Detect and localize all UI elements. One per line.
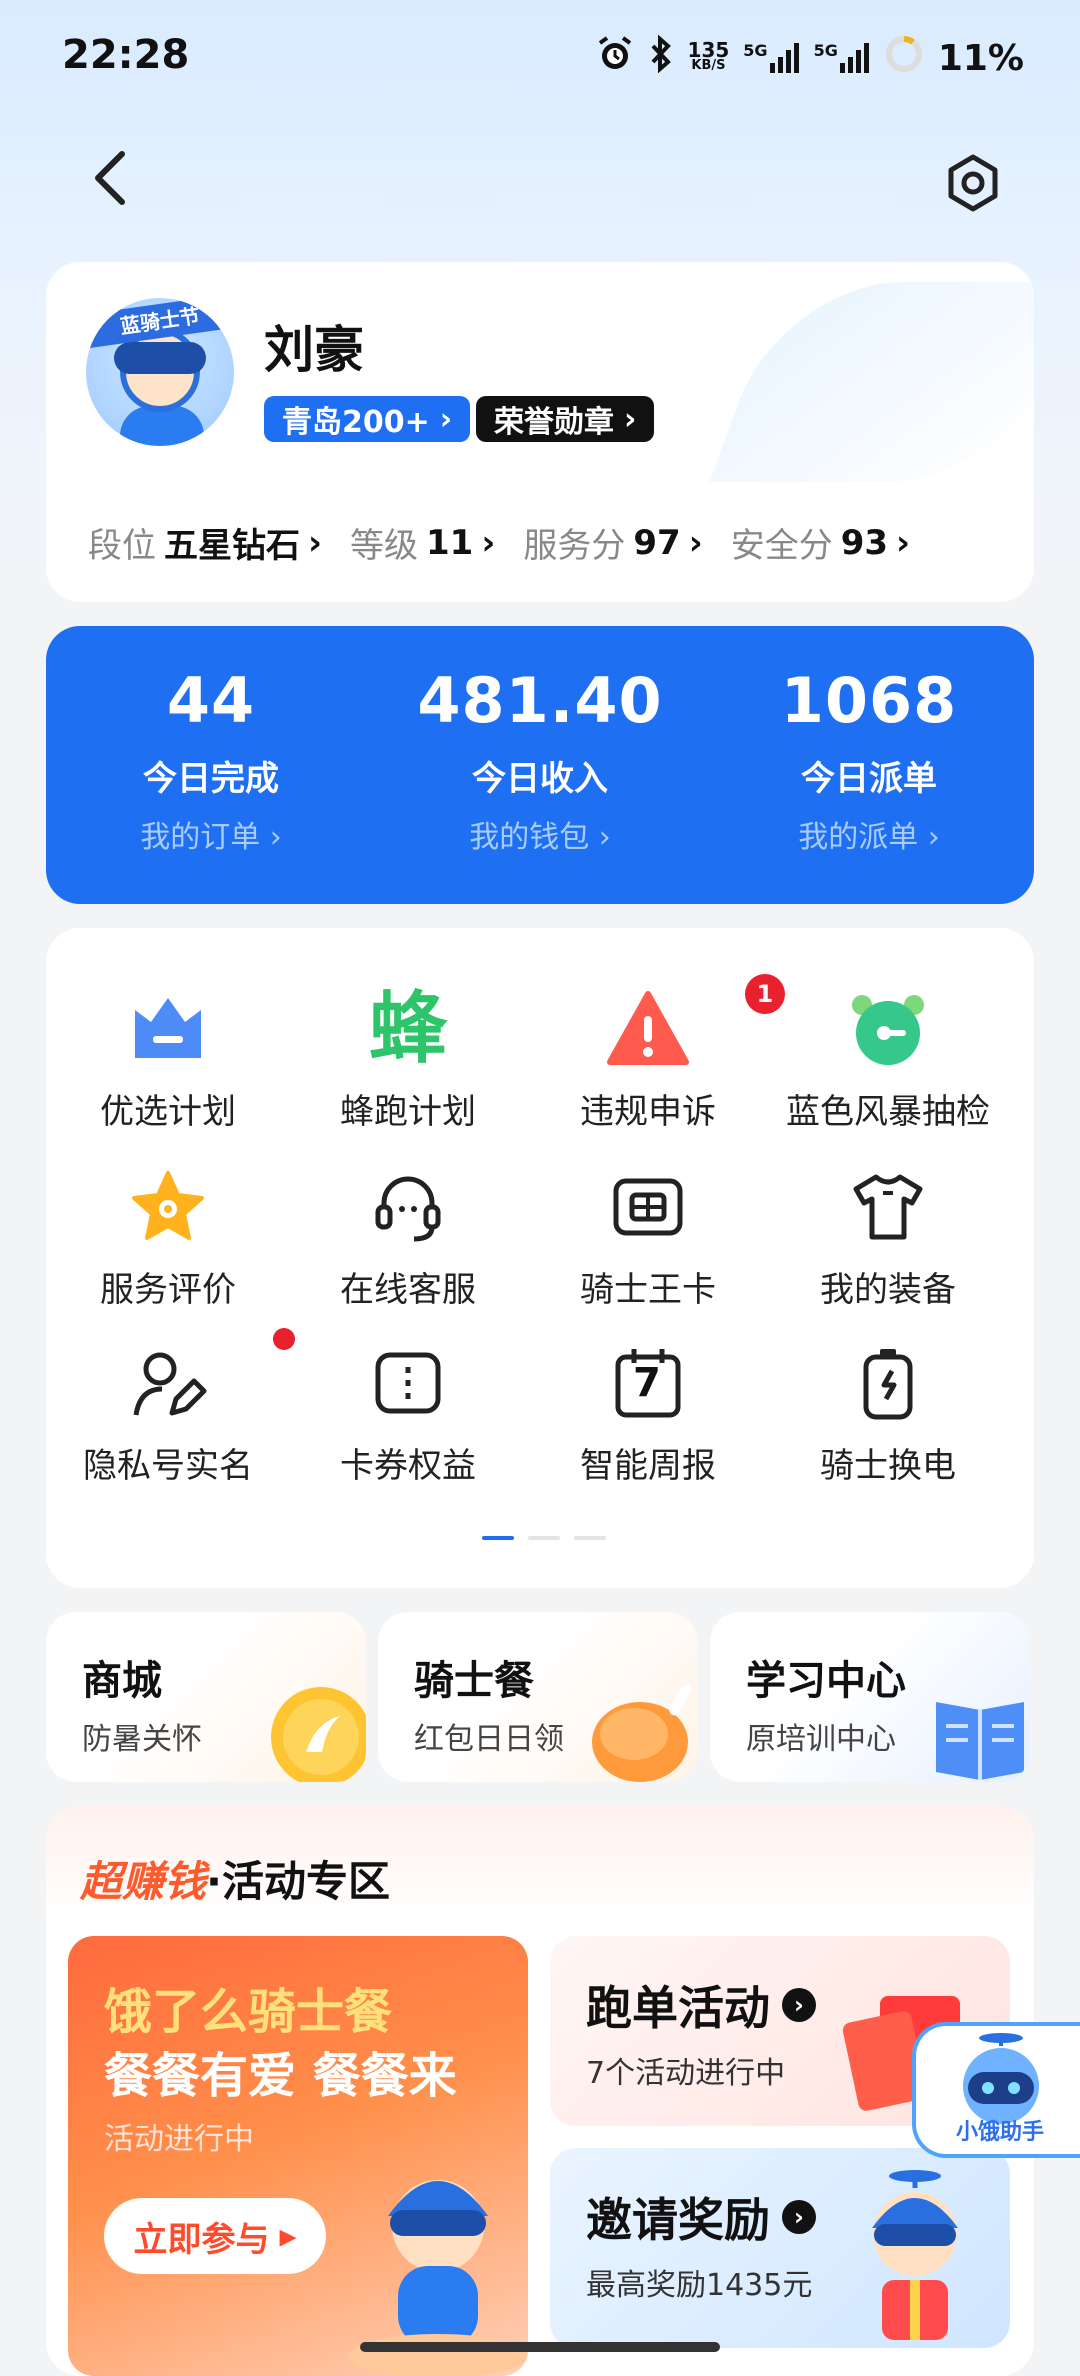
invite-reward-card[interactable]: 邀请奖励 › 最高奖励1435元 — [550, 2148, 1010, 2348]
status-time: 22:28 — [62, 32, 190, 78]
summary-completed[interactable]: 44 今日完成 我的订单 › — [46, 626, 376, 856]
net-speed: 135 KB/S — [687, 38, 730, 73]
stat-level[interactable]: 等级 11 › — [350, 518, 495, 567]
crown-icon — [123, 984, 213, 1074]
activity-title: 超赚钱 ·活动专区 — [80, 1857, 390, 1906]
chevron-right-icon: › — [481, 522, 496, 563]
rider-mascot-illustration — [348, 2180, 528, 2376]
star-icon — [123, 1162, 213, 1252]
arrow-right-circle-icon: › — [782, 1988, 816, 2022]
tshirt-icon — [843, 1162, 933, 1252]
arrow-right-circle-icon: › — [782, 2200, 816, 2234]
settings-button[interactable] — [938, 148, 1008, 218]
profile-card[interactable]: 蓝骑士节 刘豪 青岛200+ › 荣誉勋章 › 段位 五星钻石 › 等级 11 › 服务分 9… — [46, 262, 1034, 602]
meal-activity-banner[interactable]: 饿了么骑士餐 餐餐有爱 餐餐来 活动进行中 立即参与 ▸ — [68, 1936, 528, 2376]
knight-meal-card[interactable]: 骑士餐 红包日日领 — [378, 1612, 698, 1782]
grid-item-my-gear[interactable]: 我的装备 — [768, 1162, 1008, 1311]
book-icon — [936, 1702, 1024, 1780]
home-indicator[interactable] — [360, 2342, 720, 2352]
honor-medal-tag[interactable]: 荣誉勋章 › — [476, 396, 655, 442]
learning-center-card[interactable]: 学习中心 原培训中心 — [710, 1612, 1030, 1782]
stat-rank[interactable]: 段位 五星钻石 › — [88, 518, 322, 567]
my-dispatch-link[interactable]: 我的派单 › — [704, 812, 1034, 856]
activity-zone: 超赚钱 ·活动专区 饿了么骑士餐 餐餐有爱 餐餐来 活动进行中 立即参与 ▸ 跑单… — [46, 1806, 1034, 2376]
battery-percent: 11% — [937, 37, 1024, 79]
signal-5g-icon: 5G — [743, 43, 799, 73]
alarm-clock-icon — [843, 984, 933, 1074]
page-indicator — [482, 1536, 606, 1540]
wing-decoration — [709, 282, 1034, 482]
battery-status-icon — [884, 34, 924, 82]
grid-item-premium-plan[interactable]: 优选计划 — [48, 984, 288, 1133]
grid-item-bee-plan[interactable]: 蜂 蜂跑计划 — [288, 984, 528, 1133]
grid-item-service-review[interactable]: 服务评价 — [48, 1162, 288, 1311]
stat-service-score[interactable]: 服务分 97 › — [523, 518, 702, 567]
bee-icon: 蜂 — [368, 984, 447, 1074]
gear-icon — [948, 154, 998, 212]
city-rank-tag[interactable]: 青岛200+ › — [264, 396, 471, 442]
summary-income[interactable]: 481.40 今日收入 我的钱包 › — [375, 626, 705, 856]
battery-icon — [843, 1338, 933, 1428]
grid-item-private-number[interactable]: 隐私号实名 — [48, 1328, 295, 1487]
grid-item-weekly-report[interactable]: 7 智能周报 — [528, 1338, 768, 1487]
avatar[interactable]: 蓝骑士节 — [86, 298, 234, 446]
shop-card[interactable]: 商城 防暑关怀 — [46, 1612, 366, 1782]
user-name: 刘豪 — [264, 321, 364, 379]
chevron-right-icon: › — [896, 522, 911, 563]
daily-summary-card: 44 今日完成 我的订单 › 481.40 今日收入 我的钱包 › 1068 今… — [46, 626, 1034, 904]
user-edit-icon — [123, 1328, 295, 1428]
alarm-icon — [596, 35, 634, 81]
bluetooth-icon — [648, 34, 674, 81]
chevron-right-icon: › — [688, 522, 703, 563]
join-now-button[interactable]: 立即参与 ▸ — [104, 2198, 326, 2274]
status-icons: 135 KB/S 5G 5G 11% — [596, 34, 1024, 82]
chevron-right-icon: › — [624, 401, 637, 437]
profile-stats: 段位 五星钻石 › 等级 11 › 服务分 97 › 安全分 93 › — [88, 518, 910, 567]
summary-dispatch[interactable]: 1068 今日派单 我的派单 › — [704, 626, 1034, 856]
chicken-leg-icon — [592, 1684, 692, 1782]
grid-item-online-support[interactable]: 在线客服 — [288, 1162, 528, 1311]
mascot-gift-illustration — [872, 2170, 958, 2340]
assistant-button[interactable]: 小饿助手 — [912, 2022, 1080, 2158]
sim-card-icon — [603, 1162, 693, 1252]
status-bar: 22:28 135 KB/S 5G 5G 11% — [0, 0, 1080, 110]
chevron-right-icon: › — [308, 522, 323, 563]
grid-item-battery-swap[interactable]: 骑士换电 — [768, 1338, 1008, 1487]
coin-icon — [271, 1687, 366, 1782]
my-wallet-link[interactable]: 我的钱包 › — [375, 812, 705, 856]
warning-icon: 1 — [603, 974, 785, 1074]
coupon-icon — [363, 1338, 453, 1428]
headset-icon — [363, 1162, 453, 1252]
grid-item-knight-card[interactable]: 骑士王卡 — [528, 1162, 768, 1311]
play-icon: ▸ — [279, 2216, 297, 2256]
my-orders-link[interactable]: 我的订单 › — [46, 812, 376, 856]
chevron-left-icon — [95, 151, 125, 205]
calendar-icon: 7 — [603, 1338, 693, 1428]
stat-safety-score[interactable]: 安全分 93 › — [731, 518, 910, 567]
grid-item-coupons[interactable]: 卡券权益 — [288, 1338, 528, 1487]
signal-5g-2-icon: 5G — [814, 43, 870, 73]
feature-grid: 优选计划 蜂 蜂跑计划 1 违规申诉 蓝色风暴抽检 服务评价 在线客服 骑士王卡… — [46, 928, 1034, 1588]
back-button[interactable] — [80, 148, 140, 208]
grid-item-violation-appeal[interactable]: 1 违规申诉 — [528, 974, 785, 1133]
grid-item-blue-storm-check[interactable]: 蓝色风暴抽检 — [768, 984, 1008, 1133]
chevron-right-icon: › — [439, 401, 453, 437]
